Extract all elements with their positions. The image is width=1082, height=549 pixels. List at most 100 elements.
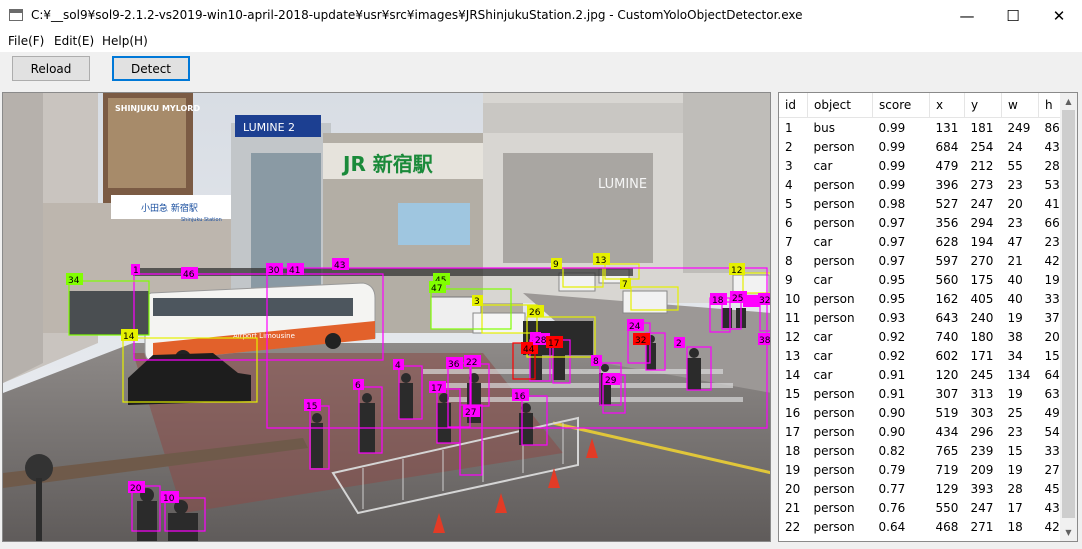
reload-button[interactable]: Reload — [12, 56, 90, 81]
table-row[interactable]: 21 person 0.76 550 247 17 43 — [779, 498, 1072, 517]
table-cell-object: person — [813, 139, 855, 154]
results-table[interactable]: id object score x y w h 1 bus 0.99 131 181 24… — [779, 93, 1072, 536]
vertical-scrollbar[interactable]: ▲ ▼ — [1060, 93, 1077, 541]
detection-label: 44 — [523, 345, 535, 355]
table-cell-x: 684 — [935, 139, 959, 154]
detection-label: 26 — [529, 308, 541, 318]
table-row[interactable]: 5 person 0.98 527 247 20 41 — [779, 194, 1072, 213]
scrollbar-thumb[interactable] — [1062, 110, 1075, 518]
table-cell-y: 175 — [970, 272, 994, 287]
table-cell-score: 0.97 — [878, 234, 906, 249]
table-cell-id: 2 — [785, 139, 793, 154]
table-row[interactable]: 7 car 0.97 628 194 47 23 — [779, 232, 1072, 251]
maximize-button[interactable]: ☐ — [990, 0, 1036, 31]
detect-button[interactable]: Detect — [112, 56, 190, 81]
table-cell-y: 294 — [970, 215, 994, 230]
detection-label: 22 — [466, 358, 477, 368]
table-cell-object: car — [813, 367, 833, 382]
column-header-id[interactable]: id — [779, 93, 808, 118]
table-cell-object: car — [813, 348, 833, 363]
table-cell-y: 194 — [970, 234, 994, 249]
table-row[interactable]: 9 car 0.95 560 175 40 19 — [779, 270, 1072, 289]
table-row[interactable]: 3 car 0.99 479 212 55 28 — [779, 156, 1072, 175]
table-row[interactable]: 17 person 0.90 434 296 23 54 — [779, 422, 1072, 441]
table-cell-w: 24 — [1007, 139, 1023, 154]
table-cell-object: person — [813, 443, 855, 458]
table-row[interactable]: 12 car 0.92 740 180 38 20 — [779, 327, 1072, 346]
table-cell-object: person — [813, 405, 855, 420]
table-row[interactable]: 2 person 0.99 684 254 24 43 — [779, 137, 1072, 156]
table-cell-id: 15 — [785, 386, 801, 401]
table-cell-object: person — [813, 177, 855, 192]
table-row[interactable]: 15 person 0.91 307 313 19 63 — [779, 384, 1072, 403]
results-table-panel[interactable]: id object score x y w h 1 bus 0.99 131 181 24… — [778, 92, 1078, 542]
table-row[interactable]: 22 person 0.64 468 271 18 42 — [779, 517, 1072, 536]
table-cell-x: 597 — [935, 253, 959, 268]
table-cell-x: 131 — [935, 120, 959, 135]
table-row[interactable]: 18 person 0.82 765 239 15 33 — [779, 441, 1072, 460]
detection-label: 32 — [759, 296, 770, 306]
table-cell-object: car — [813, 234, 833, 249]
minimize-button[interactable]: — — [944, 0, 990, 31]
table-cell-id: 3 — [785, 158, 793, 173]
table-row[interactable]: 16 person 0.90 519 303 25 49 — [779, 403, 1072, 422]
table-cell-w: 19 — [1007, 462, 1023, 477]
table-cell-w: 55 — [1007, 158, 1023, 173]
menu-help[interactable]: Help(H) — [102, 34, 148, 48]
toolbar: Reload Detect — [0, 52, 1082, 90]
table-row[interactable]: 20 person 0.77 129 393 28 45 — [779, 479, 1072, 498]
table-row[interactable]: 8 person 0.97 597 270 21 42 — [779, 251, 1072, 270]
table-cell-id: 5 — [785, 196, 793, 211]
table-cell-score: 0.93 — [878, 310, 906, 325]
detection-label: 9 — [553, 260, 559, 270]
detection-image-view[interactable]: SHINJUKU MYLORD 小田急 新宿駅 Shinjuku Station… — [2, 92, 771, 542]
table-cell-w: 19 — [1007, 386, 1023, 401]
odakyu-sub-sign: Shinjuku Station — [181, 217, 222, 223]
table-cell-score: 0.90 — [878, 405, 906, 420]
table-row[interactable]: 10 person 0.95 162 405 40 33 — [779, 289, 1072, 308]
detection-label: 10 — [163, 494, 175, 504]
close-button[interactable]: ✕ — [1036, 0, 1082, 31]
scroll-down-icon[interactable]: ▼ — [1060, 524, 1077, 541]
column-header-score[interactable]: score — [872, 93, 930, 118]
menu-file[interactable]: File(F) — [8, 34, 44, 48]
table-cell-object: bus — [813, 120, 835, 135]
table-cell-score: 0.92 — [878, 329, 906, 344]
table-row[interactable]: 11 person 0.93 643 240 19 37 — [779, 308, 1072, 327]
table-cell-object: person — [813, 519, 855, 534]
table-cell-object: person — [813, 424, 855, 439]
table-cell-score: 0.97 — [878, 253, 906, 268]
table-cell-y: 254 — [970, 139, 994, 154]
column-header-x[interactable]: x — [929, 93, 965, 118]
column-header-object[interactable]: object — [807, 93, 873, 118]
street-scene-image: SHINJUKU MYLORD 小田急 新宿駅 Shinjuku Station… — [3, 93, 770, 541]
table-row[interactable]: 14 car 0.91 120 245 134 64 — [779, 365, 1072, 384]
app-window-icon — [9, 9, 23, 21]
table-cell-score: 0.90 — [878, 424, 906, 439]
detection-label: 14 — [123, 332, 135, 342]
table-row[interactable]: 1 bus 0.99 131 181 249 86 — [779, 118, 1072, 138]
column-header-y[interactable]: y — [964, 93, 1002, 118]
detection-label: 8 — [593, 357, 599, 367]
detection-label: 16 — [514, 392, 526, 402]
table-row[interactable]: 13 car 0.92 602 171 34 15 — [779, 346, 1072, 365]
table-cell-score: 0.99 — [878, 139, 906, 154]
table-cell-object: car — [813, 158, 833, 173]
table-cell-object: person — [813, 253, 855, 268]
table-row[interactable]: 4 person 0.99 396 273 23 53 — [779, 175, 1072, 194]
detection-label: 29 — [605, 376, 617, 386]
table-row[interactable]: 19 person 0.79 719 209 19 27 — [779, 460, 1072, 479]
table-cell-object: person — [813, 386, 855, 401]
menu-edit[interactable]: Edit(E) — [54, 34, 94, 48]
jr-station-sign: JR 新宿駅 — [341, 152, 433, 176]
detection-label: 6 — [355, 381, 361, 391]
table-cell-y: 181 — [970, 120, 994, 135]
table-row[interactable]: 6 person 0.97 356 294 23 66 — [779, 213, 1072, 232]
column-header-w[interactable]: w — [1001, 93, 1039, 118]
scroll-up-icon[interactable]: ▲ — [1060, 93, 1077, 110]
table-cell-w: 20 — [1007, 196, 1023, 211]
table-cell-object: person — [813, 196, 855, 211]
table-cell-score: 0.79 — [878, 462, 906, 477]
table-cell-x: 740 — [935, 329, 959, 344]
table-cell-x: 719 — [935, 462, 959, 477]
